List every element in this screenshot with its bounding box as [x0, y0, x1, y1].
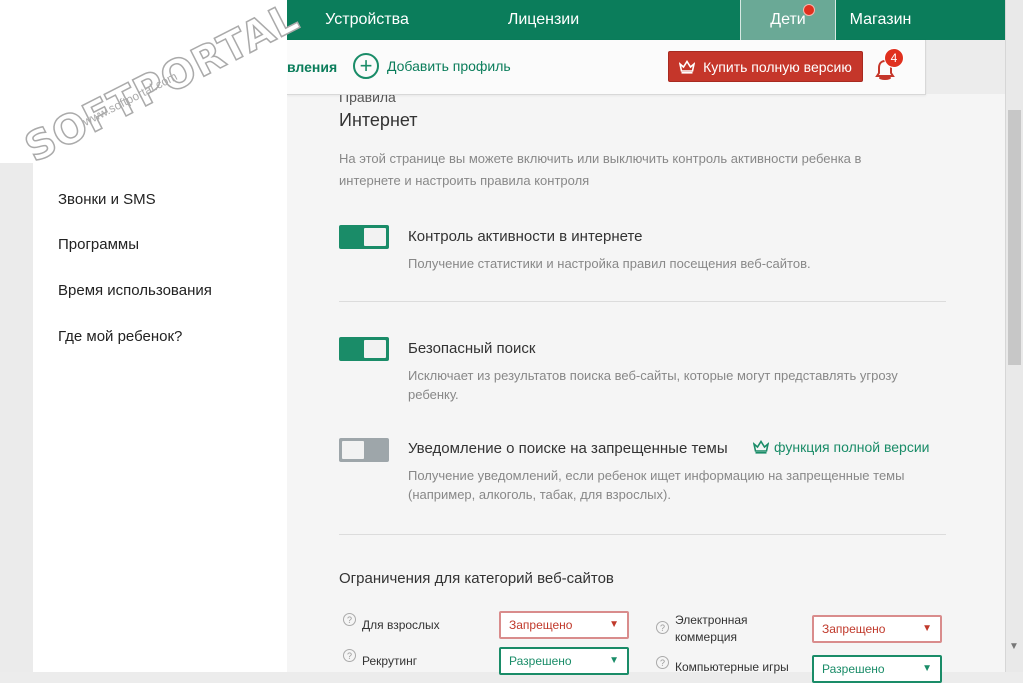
dropdown-arrow-icon: ▼: [922, 623, 932, 634]
tab-label: Лицензии: [507, 11, 580, 28]
scrollbar-thumb[interactable]: [1008, 110, 1021, 365]
category-select-games[interactable]: Разрешено ▼: [812, 655, 942, 683]
crown-icon: [679, 59, 696, 74]
tab-label: Устройства: [325, 11, 409, 28]
tab-notification-dot: [803, 4, 815, 16]
tab-store[interactable]: Магазин: [836, 0, 925, 40]
dropdown-arrow-icon: ▼: [609, 655, 619, 666]
top-nav: Устройства Лицензии Дети Магазин: [287, 0, 1005, 40]
toggle-knob: [342, 441, 364, 459]
left-background: [0, 163, 33, 672]
buy-label: Купить полную версию: [703, 58, 852, 75]
scroll-down-arrow-icon[interactable]: ▼: [1009, 641, 1019, 652]
select-value: Запрещено: [822, 622, 886, 636]
help-icon[interactable]: ?: [343, 613, 356, 626]
toolbar-partial-link[interactable]: вления: [287, 59, 337, 75]
option-description: Получение статистики и настройка правил …: [408, 256, 811, 271]
tab-children[interactable]: Дети: [740, 0, 836, 40]
dropdown-arrow-icon: ▼: [609, 619, 619, 630]
add-profile-label: Добавить профиль: [387, 58, 511, 74]
full-version-label: функция полной версии: [774, 439, 930, 455]
toggle-knob: [364, 228, 386, 246]
crown-icon: [753, 440, 769, 454]
dropdown-arrow-icon: ▼: [922, 663, 932, 674]
category-label: Для взрослых: [362, 618, 440, 632]
notifications-button[interactable]: 4: [871, 48, 911, 84]
help-icon[interactable]: ?: [656, 621, 669, 634]
toggle-knob: [364, 340, 386, 358]
category-label: Рекрутинг: [362, 654, 418, 668]
sidebar-item-where-child[interactable]: Где мой ребенок?: [58, 328, 182, 345]
help-icon[interactable]: ?: [343, 649, 356, 662]
internet-activity-toggle[interactable]: [339, 225, 389, 249]
category-select-adult[interactable]: Запрещено ▼: [499, 611, 629, 639]
forbidden-search-alert-toggle[interactable]: [339, 438, 389, 462]
category-select-ecommerce[interactable]: Запрещено ▼: [812, 615, 942, 643]
toolbar: вления + Добавить профиль Купить полную …: [287, 40, 926, 95]
sidebar-item-usage-time[interactable]: Время использования: [58, 282, 212, 299]
category-select-recruiting[interactable]: Разрешено ▼: [499, 647, 629, 675]
full-version-feature-link[interactable]: функция полной версии: [753, 439, 929, 455]
sidebar-item-calls-sms[interactable]: Звонки и SMS: [58, 191, 156, 208]
tab-licenses[interactable]: Лицензии: [447, 0, 740, 40]
divider: [339, 301, 946, 302]
category-label: Электронная коммерция: [675, 613, 748, 644]
help-icon[interactable]: ?: [656, 656, 669, 669]
main-content: Правила Интернет На этой странице вы мож…: [287, 89, 1005, 683]
tab-label: Дети: [770, 11, 806, 28]
page-description: На этой странице вы можете включить или …: [339, 151, 862, 188]
option-description: Получение уведомлений, если ребенок ищет…: [408, 468, 905, 502]
option-title: Безопасный поиск: [408, 340, 536, 357]
softportal-watermark: SOFTPORTAL www.softportal.com: [0, 0, 307, 172]
option-title: Уведомление о поиске на запрещенные темы: [408, 440, 728, 457]
sidebar-item-programs[interactable]: Программы: [58, 236, 139, 253]
tab-devices[interactable]: Устройства: [287, 0, 447, 40]
page-title: Интернет: [339, 110, 418, 130]
plus-circle-icon: +: [353, 53, 379, 79]
select-value: Разрешено: [509, 654, 572, 668]
select-value: Запрещено: [509, 618, 573, 632]
notification-count-badge: 4: [884, 48, 904, 68]
buy-full-version-button[interactable]: Купить полную версию: [668, 51, 863, 82]
sidebar: Звонки и SMS Программы Время использован…: [33, 163, 287, 672]
option-title: Контроль активности в интернете: [408, 228, 643, 245]
divider: [339, 534, 946, 535]
categories-title: Ограничения для категорий веб-сайтов: [339, 570, 614, 587]
safe-search-toggle[interactable]: [339, 337, 389, 361]
add-profile-button[interactable]: + Добавить профиль: [353, 53, 511, 79]
tab-label: Магазин: [849, 11, 912, 28]
scrollbar[interactable]: ▼: [1005, 0, 1023, 672]
select-value: Разрешено: [822, 662, 885, 676]
option-description: Исключает из результатов поиска веб-сайт…: [408, 368, 898, 402]
